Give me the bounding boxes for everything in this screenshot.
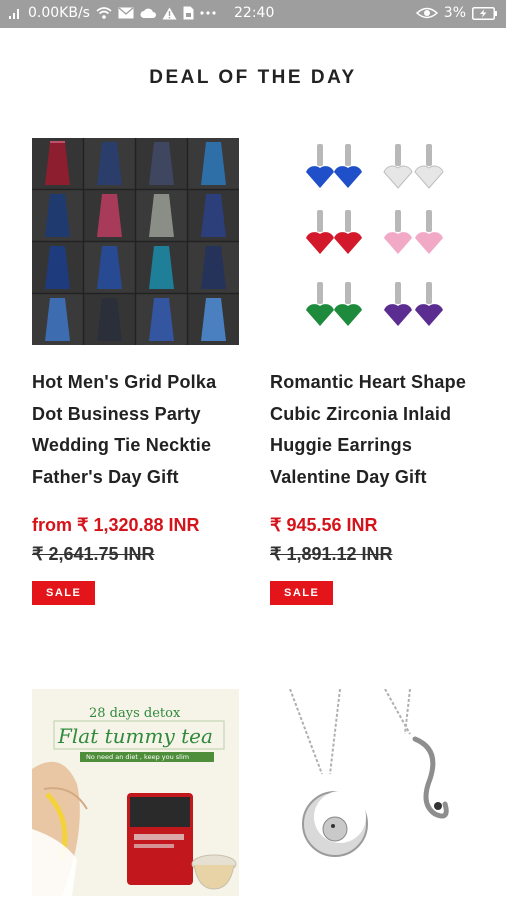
- signal-icon: [8, 5, 22, 21]
- tea-banner: No need an diet , keep you slim: [86, 753, 190, 761]
- status-bar: 0.00KB/s 22:40 3%: [0, 0, 506, 28]
- product-card[interactable]: 28 days detox Flat tummy tea No need an …: [32, 689, 242, 896]
- product-image[interactable]: 28 days detox Flat tummy tea No need an …: [32, 689, 239, 896]
- eye-icon: [415, 5, 438, 21]
- product-image[interactable]: [270, 138, 477, 345]
- alert-icon: [162, 5, 177, 21]
- product-card[interactable]: [270, 689, 480, 896]
- cloud-icon: [140, 5, 156, 21]
- status-time: 22:40: [234, 5, 275, 21]
- product-compare-price: ₹ 1,891.12 INR: [270, 544, 393, 564]
- more-icon: [200, 5, 216, 21]
- product-card[interactable]: Romantic Heart Shape Cubic Zirconia Inla…: [270, 138, 480, 605]
- sale-badge: SALE: [270, 581, 334, 605]
- product-price: ₹ 945.56 INR: [270, 515, 378, 535]
- battery-icon: [472, 5, 498, 21]
- product-card[interactable]: Hot Men's Grid Polka Dot Business Party …: [32, 138, 242, 605]
- product-image[interactable]: [270, 689, 477, 896]
- mail-icon: [118, 5, 134, 21]
- wifi-icon: [96, 5, 112, 21]
- product-title[interactable]: Romantic Heart Shape Cubic Zirconia Inla…: [270, 367, 480, 493]
- product-price: from ₹ 1,320.88 INR: [32, 515, 200, 535]
- tea-title: Flat tummy tea: [58, 724, 213, 748]
- tea-headline: 28 days detox: [89, 706, 181, 721]
- product-compare-price: ₹ 2,641.75 INR: [32, 544, 155, 564]
- section-title: DEAL OF THE DAY: [149, 67, 357, 88]
- battery-percent: 3%: [443, 5, 466, 21]
- product-image[interactable]: [32, 138, 239, 345]
- product-title[interactable]: Hot Men's Grid Polka Dot Business Party …: [32, 367, 242, 493]
- sale-badge: SALE: [32, 581, 96, 605]
- sim-icon: [183, 5, 194, 21]
- network-speed: 0.00KB/s: [28, 5, 90, 21]
